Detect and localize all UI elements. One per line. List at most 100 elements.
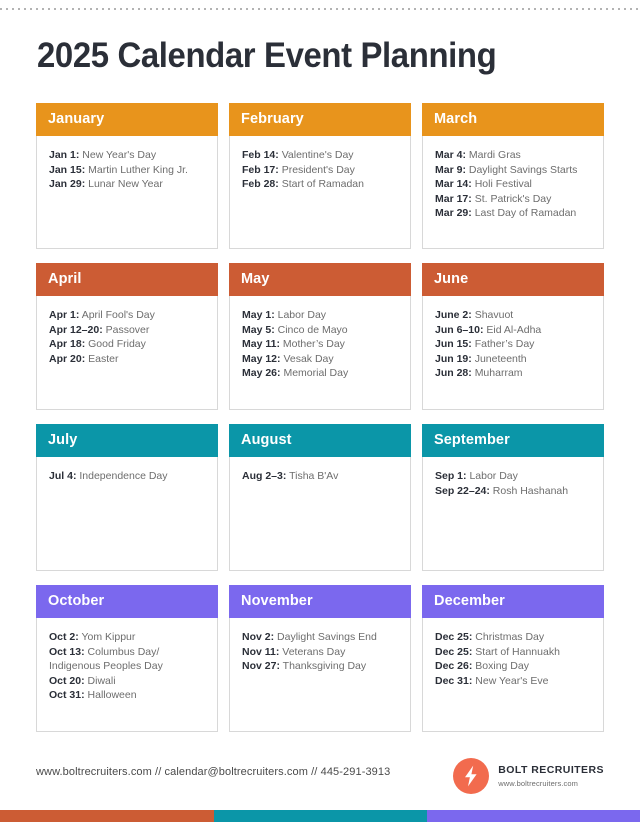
event-date: Feb 28 bbox=[242, 178, 276, 191]
event-item: May 26: Memorial Day bbox=[242, 366, 401, 381]
event-name: Rosh Hashanah bbox=[492, 484, 569, 497]
event-date: Oct 13 bbox=[49, 645, 82, 658]
month-event-list: Nov 2: Daylight Savings End Nov 11: Veter… bbox=[229, 618, 411, 732]
event-name: April Fool's Day bbox=[81, 309, 155, 321]
event-date: Dec 25 bbox=[435, 645, 469, 658]
event-date: Mar 9 bbox=[435, 163, 463, 176]
event-separator: : bbox=[468, 660, 473, 673]
event-item: Feb 17: President's Day bbox=[242, 163, 401, 178]
event-date: Feb 17 bbox=[242, 163, 276, 176]
event-date: Mar 29 bbox=[435, 207, 469, 220]
event-item: Nov 2: Daylight Savings End bbox=[242, 630, 401, 645]
month-event-list: Oct 2: Yom Kippur Oct 13: Columbus Day/ I… bbox=[36, 618, 218, 732]
event-date: Mar 4 bbox=[435, 149, 463, 161]
event-item: June 2: Shavuot bbox=[435, 308, 594, 323]
event-item: Dec 26: Boxing Day bbox=[435, 659, 594, 674]
event-name: Vesak Day bbox=[283, 352, 334, 365]
event-date: Dec 26 bbox=[435, 660, 469, 673]
event-item: Oct 13: Columbus Day/ Indigenous Peoples… bbox=[49, 645, 208, 674]
event-name: Eid Al-Adha bbox=[486, 323, 542, 336]
event-separator: : bbox=[270, 631, 275, 643]
event-name: Halloween bbox=[87, 689, 137, 702]
event-item: Jul 4: Independence Day bbox=[49, 469, 208, 484]
month-header: November bbox=[229, 585, 411, 618]
month-card-april: April Apr 1: April Fool's Day Apr 12–20: P… bbox=[36, 263, 218, 410]
event-item: Apr 1: April Fool's Day bbox=[49, 308, 208, 323]
month-grid: January Jan 1: New Year's Day Jan 15: Mart… bbox=[36, 103, 604, 732]
event-separator: : bbox=[275, 178, 279, 191]
event-separator: : bbox=[277, 367, 281, 380]
event-separator: : bbox=[463, 470, 467, 482]
month-header: December bbox=[422, 585, 604, 618]
month-event-list: Aug 2–3: Tisha B'Av bbox=[229, 457, 411, 571]
month-row: April Apr 1: April Fool's Day Apr 12–20: P… bbox=[36, 263, 604, 410]
event-separator: : bbox=[81, 689, 85, 702]
event-date: Apr 18 bbox=[49, 338, 82, 351]
event-item: Apr 18: Good Friday bbox=[49, 337, 208, 352]
event-separator: : bbox=[468, 207, 472, 220]
event-item: Sep 22–24: Rosh Hashanah bbox=[435, 484, 594, 499]
event-date: June 2 bbox=[435, 309, 469, 321]
event-name: Martin Luther King Jr. bbox=[88, 163, 188, 176]
month-event-list: Dec 25: Christmas Day Dec 25: Start of Ha… bbox=[422, 618, 604, 732]
event-separator: : bbox=[81, 178, 86, 191]
event-name: Labor Day bbox=[277, 309, 327, 321]
page-title: 2025 Calendar Event Planning bbox=[37, 36, 497, 75]
month-card-june: June June 2: Shavuot Jun 6–10: Eid Al-Adha… bbox=[422, 263, 604, 410]
event-date: Apr 20 bbox=[49, 352, 82, 365]
event-date: Mar 14 bbox=[435, 178, 469, 191]
event-separator: : bbox=[462, 149, 466, 161]
event-item: Jan 1: New Year's Day bbox=[49, 148, 208, 163]
event-date: Oct 2 bbox=[49, 631, 76, 643]
color-bar-segment bbox=[0, 810, 214, 822]
event-name: Veterans Day bbox=[282, 645, 346, 658]
event-separator: : bbox=[277, 352, 281, 365]
event-date: Jun 28 bbox=[435, 367, 469, 380]
event-name: Thanksgiving Day bbox=[282, 660, 367, 673]
month-header: June bbox=[422, 263, 604, 296]
event-name: Tisha B'Av bbox=[289, 470, 339, 482]
event-separator: : bbox=[468, 309, 472, 321]
event-name: New Year's Eve bbox=[475, 674, 549, 687]
event-item: Nov 11: Veterans Day bbox=[242, 645, 401, 660]
event-item: Jun 19: Juneteenth bbox=[435, 352, 594, 367]
bolt-logo-icon bbox=[453, 758, 490, 794]
event-item: Jun 15: Father’s Day bbox=[435, 337, 594, 352]
month-card-august: August Aug 2–3: Tisha B'Av bbox=[229, 424, 411, 571]
event-separator: : bbox=[81, 645, 85, 658]
event-name: Passover bbox=[105, 323, 150, 336]
brand-name: BOLT RECRUITERS bbox=[498, 764, 604, 776]
month-header: February bbox=[229, 103, 411, 136]
event-separator: : bbox=[276, 338, 280, 351]
color-bar-segment bbox=[427, 810, 640, 822]
event-separator: : bbox=[462, 163, 466, 176]
event-name: Easter bbox=[88, 352, 119, 365]
event-name: Start of Hannuakh bbox=[475, 645, 560, 658]
event-date: Dec 25 bbox=[435, 631, 469, 643]
event-date: Mar 17 bbox=[435, 192, 469, 205]
event-separator: : bbox=[468, 367, 472, 380]
event-name: Daylight Savings End bbox=[277, 631, 377, 643]
event-date: Jun 15 bbox=[435, 338, 469, 351]
event-name: New Year's Day bbox=[82, 149, 157, 161]
event-name: Muharram bbox=[474, 367, 523, 380]
event-name: Memorial Day bbox=[283, 367, 349, 380]
month-event-list: Jul 4: Independence Day bbox=[36, 457, 218, 571]
event-item: Oct 31: Halloween bbox=[49, 688, 208, 703]
event-date: Jun 6–10 bbox=[435, 323, 480, 336]
event-name: Shavuot bbox=[474, 309, 514, 321]
month-card-february: February Feb 14: Valentine's Day Feb 17: P… bbox=[229, 103, 411, 249]
event-date: Jan 15 bbox=[49, 163, 82, 176]
month-header: May bbox=[229, 263, 411, 296]
event-name: Independence Day bbox=[79, 470, 168, 482]
event-separator: : bbox=[271, 323, 275, 336]
event-item: Mar 29: Last Day of Ramadan bbox=[435, 206, 594, 221]
event-separator: : bbox=[75, 149, 80, 161]
event-separator: : bbox=[271, 309, 275, 321]
event-date: Dec 31 bbox=[435, 674, 469, 687]
event-date: Nov 11 bbox=[242, 645, 276, 658]
event-name: Father’s Day bbox=[474, 338, 535, 351]
month-event-list: May 1: Labor Day May 5: Cinco de Mayo May … bbox=[229, 296, 411, 410]
event-name: Christmas Day bbox=[475, 631, 545, 643]
month-row: January Jan 1: New Year's Day Jan 15: Mart… bbox=[36, 103, 604, 249]
